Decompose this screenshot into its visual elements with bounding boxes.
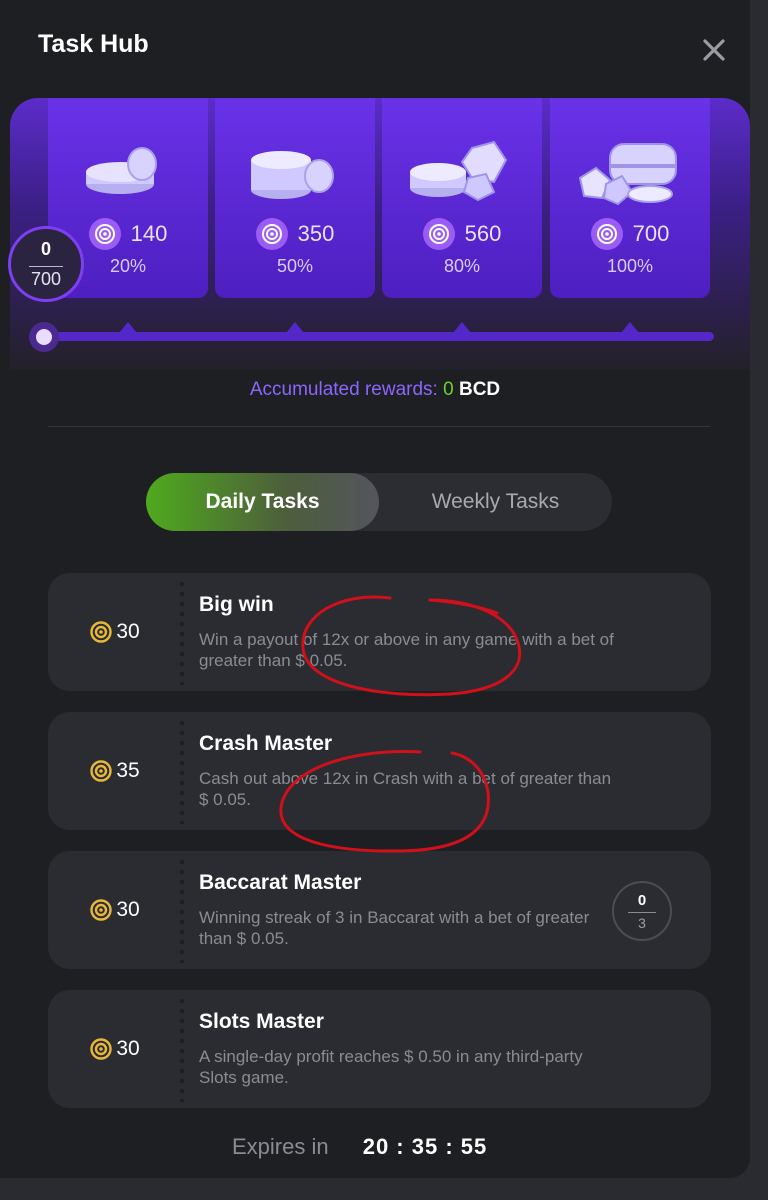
target-coin-icon (90, 621, 113, 643)
task-reward: 30 (48, 573, 182, 691)
reward-points: 350 (297, 221, 335, 246)
accumulated-label: Accumulated rewards: (249, 379, 438, 400)
task-card-baccarat-master[interactable]: 30 Baccarat Master Winning streak of 3 i… (48, 851, 711, 969)
task-progress-current: 0 (637, 892, 647, 909)
expires-time: 20 : 35 : 55 (362, 1134, 488, 1159)
progress-knob (29, 322, 59, 352)
coin-stack-icon (251, 151, 334, 199)
task-progress-divider (628, 912, 656, 913)
progress-divider (29, 266, 63, 267)
accumulated-rewards: Accumulated rewards: 0 BCD (0, 379, 750, 401)
task-description: Cash out above 12x in Crash with a bet o… (199, 769, 612, 809)
progress-total: 700 (30, 269, 62, 289)
track-marker-4 (621, 322, 639, 333)
progress-track (44, 332, 714, 341)
target-icon (88, 218, 121, 250)
task-progress-total: 3 (638, 915, 646, 931)
task-reward-value: 30 (116, 1037, 140, 1060)
accumulated-currency: BCD (458, 379, 501, 400)
treasure-chest-icon (578, 143, 677, 206)
task-reward: 30 (48, 851, 182, 969)
accumulated-value: 0 (443, 379, 454, 400)
expires-label: Expires in (232, 1134, 329, 1159)
coins-icon (86, 147, 157, 194)
target-icon (422, 218, 455, 250)
reward-points: 140 (130, 221, 168, 246)
reward-percent: 80% (443, 256, 481, 276)
task-tabs: Daily Tasks Weekly Tasks (146, 473, 612, 531)
task-title: Slots Master (199, 1010, 324, 1033)
task-progress-ring: 0 3 (612, 881, 672, 941)
ticket-perforation (179, 857, 185, 963)
task-reward: 35 (48, 712, 182, 830)
target-icon (590, 218, 623, 250)
ticket-perforation (179, 579, 185, 685)
reward-card-4: 700 100% (550, 98, 710, 298)
task-reward: 30 (48, 990, 182, 1108)
tab-daily-tasks[interactable]: Daily Tasks (146, 473, 379, 531)
reward-points: 700 (632, 221, 670, 246)
task-card-big-win[interactable]: 30 Big win Win a payout of 12x or above … (48, 573, 711, 691)
progress-current: 0 (40, 239, 51, 259)
reward-card-2: 350 50% (215, 98, 375, 298)
task-reward-value: 35 (116, 759, 140, 782)
task-title: Big win (199, 593, 274, 616)
task-hub-modal: Task Hub 140 20% 350 50% 560 80% 700 100… (0, 0, 750, 1178)
progress-badge: 0 700 (8, 226, 84, 302)
tab-weekly-tasks[interactable]: Weekly Tasks (379, 473, 612, 531)
modal-title: Task Hub (38, 30, 149, 58)
target-coin-icon (90, 760, 113, 782)
task-reward-value: 30 (116, 898, 140, 921)
expiry-countdown: Expires in 20 : 35 : 55 (232, 1134, 487, 1160)
target-coin-icon (90, 1038, 113, 1060)
task-description: A single-day profit reaches $ 0.50 in an… (199, 1047, 583, 1087)
task-card-crash-master[interactable]: 35 Crash Master Cash out above 12x in Cr… (48, 712, 711, 830)
reward-percent: 50% (276, 256, 314, 276)
reward-card-3: 560 80% (382, 98, 542, 298)
task-card-slots-master[interactable]: 30 Slots Master A single-day profit reac… (48, 990, 711, 1108)
divider (48, 426, 710, 427)
reward-points: 560 (464, 221, 502, 246)
reward-percent: 100% (606, 256, 654, 276)
track-marker-3 (453, 322, 471, 333)
target-icon (255, 218, 288, 250)
ticket-perforation (179, 718, 185, 824)
ticket-perforation (179, 996, 185, 1102)
coins-gems-icon (410, 140, 508, 202)
track-marker-2 (286, 322, 304, 333)
task-description: Win a payout of 12x or above in any game… (199, 630, 614, 670)
task-reward-value: 30 (116, 620, 140, 643)
task-description: Winning streak of 3 in Baccarat with a b… (199, 908, 590, 948)
track-marker-1 (119, 322, 137, 333)
task-title: Baccarat Master (199, 871, 362, 894)
close-icon[interactable] (698, 34, 730, 66)
target-coin-icon (90, 899, 113, 921)
task-title: Crash Master (199, 732, 333, 755)
